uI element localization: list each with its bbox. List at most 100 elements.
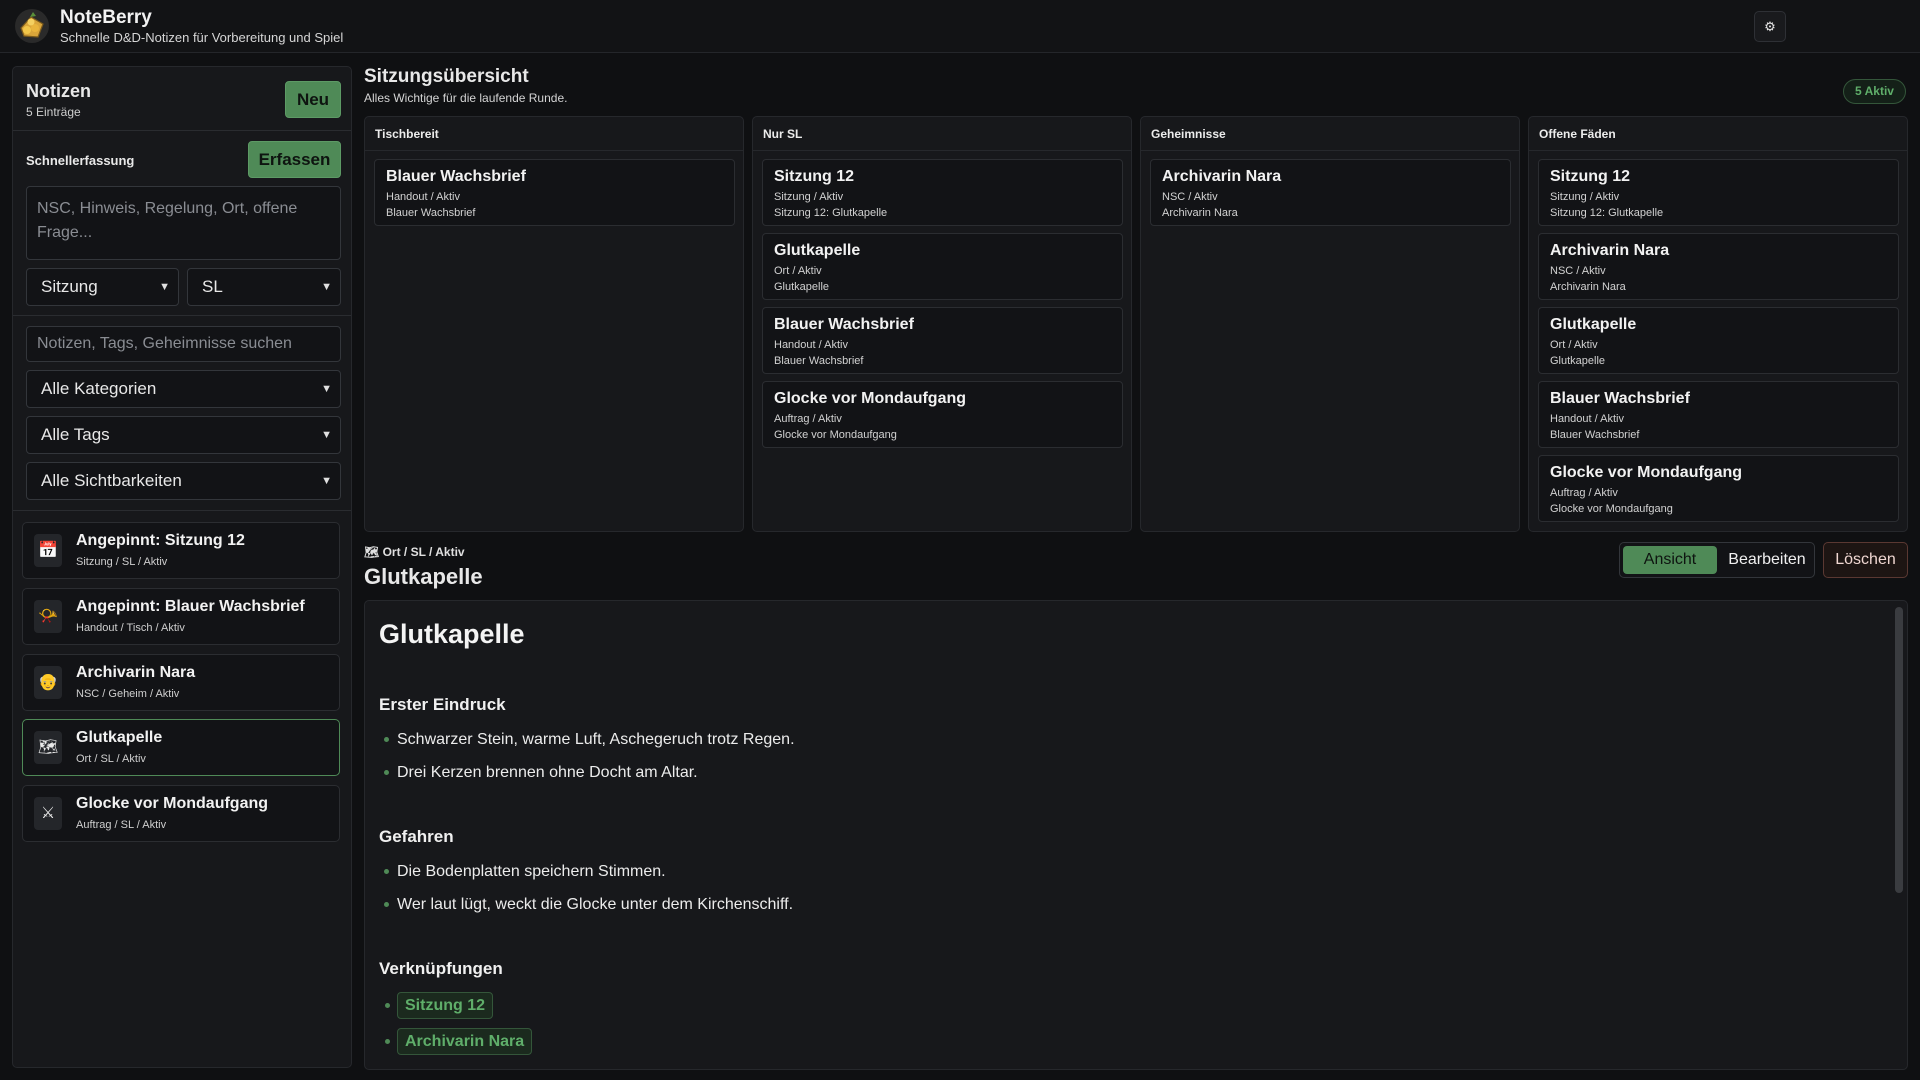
card-meta: Auftrag / Aktiv <box>774 413 842 425</box>
new-note-button[interactable]: Neu <box>285 81 341 118</box>
list-item: Drei Kerzen brennen ohne Docht am Altar. <box>384 764 698 782</box>
calendar-icon: 📅 <box>34 534 62 567</box>
divider <box>13 315 351 316</box>
visibility-filter-select[interactable]: Alle Sichtbarkeiten ▼ <box>26 462 341 500</box>
column-title: Offene Fäden <box>1529 117 1907 151</box>
delete-button[interactable]: Löschen <box>1823 542 1908 578</box>
note-list-item[interactable]: 📅 Angepinnt: Sitzung 12 Sitzung / SL / A… <box>22 522 340 579</box>
card-title: Blauer Wachsbrief <box>774 316 914 333</box>
swords-icon: ⚔ <box>34 797 62 830</box>
horn-icon: 📯 <box>34 600 62 633</box>
note-meta: Handout / Tisch / Aktiv <box>76 622 185 634</box>
note-meta: Sitzung / SL / Aktiv <box>76 556 168 568</box>
card-summary: Glutkapelle <box>1550 355 1606 367</box>
list-item-text: Schwarzer Stein, warme Luft, Aschegeruch… <box>397 731 795 748</box>
capture-button[interactable]: Erfassen <box>248 141 341 178</box>
section-heading: Gefahren <box>379 827 454 846</box>
card-summary: Blauer Wachsbrief <box>1550 429 1640 441</box>
card-meta: Handout / Aktiv <box>774 339 848 351</box>
app-subtitle: Schnelle D&D-Notizen für Vorbereitung un… <box>60 30 344 45</box>
card-meta: Sitzung / Aktiv <box>1550 191 1620 203</box>
category-filter-select[interactable]: Alle Kategorien ▼ <box>26 370 341 408</box>
list-item-text: Die Bodenplatten speichern Stimmen. <box>397 863 666 880</box>
view-tab[interactable]: Ansicht <box>1623 546 1717 574</box>
list-item: Wer laut lügt, weckt die Glocke unter de… <box>384 896 793 914</box>
card-title: Archivarin Nara <box>1162 168 1282 185</box>
map-icon: 🗺 <box>34 731 62 764</box>
scrollbar-thumb[interactable] <box>1895 607 1903 893</box>
column-title: Geheimnisse <box>1141 117 1519 151</box>
link-text: Archivarin Nara <box>405 1033 525 1050</box>
gear-icon: ⚙ <box>1764 19 1776 34</box>
column-open-threads: Offene Fäden Sitzung 12 Sitzung / Aktiv … <box>1528 116 1908 532</box>
card-title: Sitzung 12 <box>1550 168 1631 185</box>
note-title: Angepinnt: Blauer Wachsbrief <box>76 598 305 615</box>
divider <box>13 510 351 511</box>
note-list-item-selected[interactable]: 🗺 Glutkapelle Ort / SL / Aktiv <box>22 719 340 776</box>
note-title: Glocke vor Mondaufgang <box>76 795 269 812</box>
card-title: Blauer Wachsbrief <box>386 168 526 185</box>
card-meta: Ort / Aktiv <box>1550 339 1598 351</box>
card-title: Glocke vor Mondaufgang <box>774 390 967 407</box>
type-select-value: Sitzung <box>41 277 98 296</box>
card-meta: NSC / Aktiv <box>1550 265 1606 277</box>
note-link-chip[interactable]: Sitzung 12 <box>385 992 494 1019</box>
card-meta: Auftrag / Aktiv <box>1550 487 1618 499</box>
overview-card[interactable]: Glutkapelle Ort / Aktiv Glutkapelle <box>762 233 1123 300</box>
quick-capture-textarea[interactable]: NSC, Hinweis, Regelung, Ort, offene Frag… <box>26 186 341 260</box>
person-icon: 👴 <box>34 666 62 699</box>
type-select[interactable]: Sitzung ▼ <box>26 268 179 306</box>
chevron-down-icon: ▼ <box>159 281 170 293</box>
overview-card[interactable]: Blauer Wachsbrief Handout / Aktiv Blauer… <box>1538 381 1899 448</box>
note-list-item[interactable]: 👴 Archivarin Nara NSC / Geheim / Aktiv <box>22 654 340 711</box>
bullet-icon <box>384 737 389 742</box>
bullet-icon <box>384 869 389 874</box>
overview-card[interactable]: Sitzung 12 Sitzung / Aktiv Sitzung 12: G… <box>1538 159 1899 226</box>
note-meta: NSC / Geheim / Aktiv <box>76 688 180 700</box>
list-item: Die Bodenplatten speichern Stimmen. <box>384 863 666 881</box>
card-title: Blauer Wachsbrief <box>1550 390 1690 407</box>
card-summary: Glocke vor Mondaufgang <box>1550 503 1673 515</box>
card-summary: Blauer Wachsbrief <box>386 207 476 219</box>
card-summary: Archivarin Nara <box>1550 281 1626 293</box>
overview-card[interactable]: Archivarin Nara NSC / Aktiv Archivarin N… <box>1150 159 1511 226</box>
overview-card[interactable]: Blauer Wachsbrief Handout / Aktiv Blauer… <box>762 307 1123 374</box>
bullet-icon <box>384 902 389 907</box>
chevron-down-icon: ▼ <box>321 429 332 441</box>
visibility-select[interactable]: SL ▼ <box>187 268 341 306</box>
card-title: Sitzung 12 <box>774 168 855 185</box>
list-item: Schwarzer Stein, warme Luft, Aschegeruch… <box>384 731 795 749</box>
overview-card[interactable]: Glocke vor Mondaufgang Auftrag / Aktiv G… <box>1538 455 1899 522</box>
overview-card[interactable]: Archivarin Nara NSC / Aktiv Archivarin N… <box>1538 233 1899 300</box>
category-filter-value: Alle Kategorien <box>41 379 157 398</box>
column-secrets: Geheimnisse Archivarin Nara NSC / Aktiv … <box>1140 116 1520 532</box>
note-link-chip[interactable]: Archivarin Nara <box>385 1028 533 1055</box>
card-summary: Glocke vor Mondaufgang <box>774 429 897 441</box>
overview-card[interactable]: Sitzung 12 Sitzung / Aktiv Sitzung 12: G… <box>762 159 1123 226</box>
bullet-icon <box>385 1039 390 1044</box>
notes-sidebar: Notizen 5 Einträge Neu Schnellerfassung … <box>12 66 352 1068</box>
overview-title: Sitzungsübersicht <box>364 66 529 87</box>
overview-card[interactable]: Glocke vor Mondaufgang Auftrag / Aktiv G… <box>762 381 1123 448</box>
overview-card[interactable]: Blauer Wachsbrief Handout / Aktiv Blauer… <box>374 159 735 226</box>
note-meta: Ort / SL / Aktiv <box>76 753 146 765</box>
overview-card[interactable]: Glutkapelle Ort / Aktiv Glutkapelle <box>1538 307 1899 374</box>
notes-count: 5 Einträge <box>26 105 81 119</box>
section-heading: Erster Eindruck <box>379 695 506 714</box>
note-list-item[interactable]: 📯 Angepinnt: Blauer Wachsbrief Handout /… <box>22 588 340 645</box>
link-text: Sitzung 12 <box>405 997 486 1014</box>
card-meta: NSC / Aktiv <box>1162 191 1218 203</box>
card-title: Glocke vor Mondaufgang <box>1550 464 1743 481</box>
note-meta: Auftrag / SL / Aktiv <box>76 819 167 831</box>
edit-tab[interactable]: Bearbeiten <box>1722 546 1812 574</box>
search-input[interactable]: Notizen, Tags, Geheimnisse suchen <box>26 326 341 362</box>
note-title: Angepinnt: Sitzung 12 <box>76 532 245 549</box>
chevron-down-icon: ▼ <box>321 475 332 487</box>
top-bar: NoteBerry Schnelle D&D-Notizen für Vorbe… <box>0 0 1920 53</box>
doc-heading: Glutkapelle <box>379 619 525 649</box>
settings-button[interactable]: ⚙ <box>1754 11 1786 42</box>
divider <box>13 130 351 131</box>
column-title: Tischbereit <box>365 117 743 151</box>
tag-filter-select[interactable]: Alle Tags ▼ <box>26 416 341 454</box>
note-list-item[interactable]: ⚔ Glocke vor Mondaufgang Auftrag / SL / … <box>22 785 340 842</box>
